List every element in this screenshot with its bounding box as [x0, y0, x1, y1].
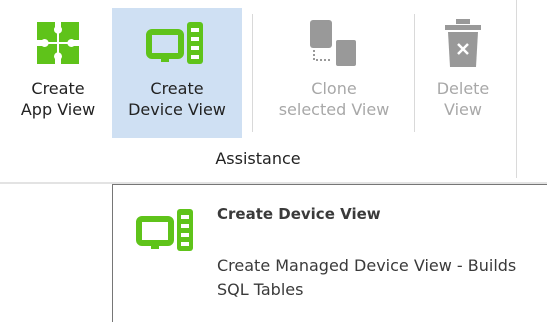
- ribbon-group-assistance: Create App View Create Device View Clone…: [0, 0, 516, 180]
- separator: [414, 14, 415, 132]
- device-view-icon: [112, 8, 242, 78]
- create-device-view-label-line2: Device View: [128, 100, 226, 119]
- create-device-view-button[interactable]: Create Device View: [112, 8, 242, 138]
- delete-view-label-line1: Delete: [436, 79, 490, 98]
- delete-view-button[interactable]: Delete View: [420, 8, 506, 138]
- create-device-view-label-line1: Create: [150, 79, 204, 98]
- clone-view-icon: [260, 8, 408, 78]
- tooltip-description: Create Managed Device View - Builds SQL …: [217, 256, 517, 299]
- clone-selected-view-button[interactable]: Clone selected View: [260, 8, 408, 138]
- tooltip-title: Create Device View: [217, 205, 381, 223]
- create-app-view-button[interactable]: Create App View: [4, 8, 112, 138]
- group-divider: [516, 0, 517, 178]
- clone-view-label-line2: selected View: [278, 100, 390, 119]
- puzzle-icon: [4, 8, 112, 78]
- separator: [252, 14, 253, 132]
- clone-view-label-line1: Clone: [311, 79, 357, 98]
- create-app-view-label-line2: App View: [20, 100, 96, 119]
- group-label-assistance: Assistance: [215, 149, 301, 168]
- delete-view-label-line2: View: [444, 100, 482, 119]
- trash-icon: [420, 8, 506, 78]
- device-view-icon: [135, 207, 199, 257]
- tooltip-create-device-view: Create Device View Create Managed Device…: [112, 184, 547, 322]
- create-app-view-label-line1: Create: [31, 79, 85, 98]
